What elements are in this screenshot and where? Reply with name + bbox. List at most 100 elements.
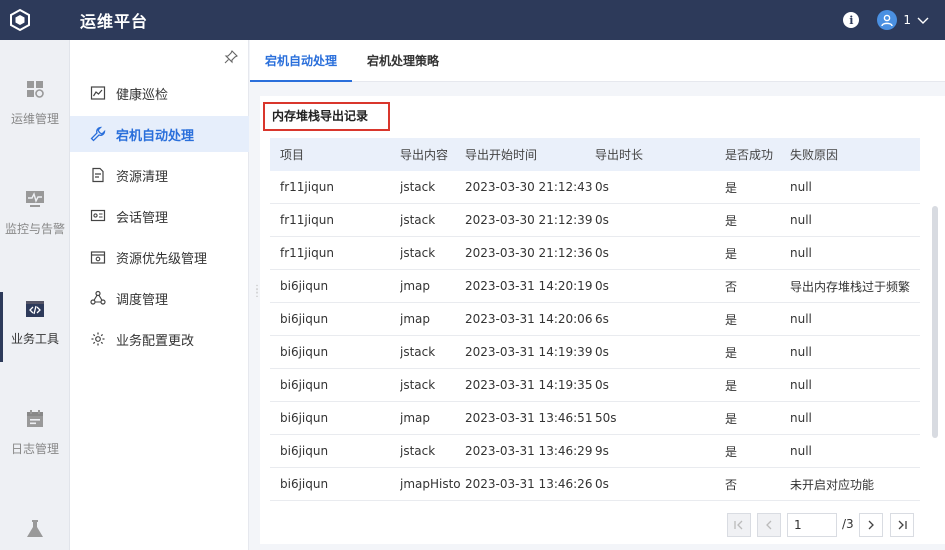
table-cell: jstack [400, 246, 436, 260]
nav-item-resource-priority[interactable]: 资源优先级管理 [70, 239, 249, 275]
table-cell: null [790, 378, 812, 392]
table-row[interactable]: fr11jiqun jstack 2023-03-30 21:12:36 0s 是 nul… [270, 237, 920, 270]
sub-nav: 健康巡检 宕机自动处理 资源清理 会话管理 资源优先级管理 调度管理 业务配置更… [70, 40, 249, 550]
table-cell: jmap [400, 411, 430, 425]
table-cell: 0s [595, 180, 609, 194]
table-cell: null [790, 345, 812, 359]
tab-handling-strategy[interactable]: 宕机处理策略 [354, 40, 452, 82]
table-cell: 是 [725, 312, 738, 327]
column-header: 导出内容 [400, 148, 449, 162]
prev-page-button[interactable] [757, 513, 781, 537]
user-avatar-icon[interactable] [877, 10, 898, 30]
table-row[interactable]: fr11jiqun jstack 2023-03-30 21:12:43 0s 是 nul… [270, 171, 920, 204]
column-header: 导出时长 [595, 148, 644, 162]
table-cell: 是 [725, 345, 738, 360]
first-page-icon [734, 520, 743, 530]
table-row[interactable]: bi6jiqun jstack 2023-03-31 14:19:35 0s 是 null [270, 369, 920, 402]
user-number[interactable]: 1 [903, 13, 911, 27]
rail-item-monitor[interactable]: 监控与告警 [0, 188, 70, 237]
table-cell: 否 [725, 477, 738, 492]
tab-auto-handling[interactable]: 宕机自动处理 [250, 40, 352, 82]
table-cell: null [790, 180, 812, 194]
table-cell: bi6jiqun [280, 477, 329, 491]
table-row[interactable]: bi6jiqun jstack 2023-03-31 14:19:39 0s 是 null [270, 336, 920, 369]
table-cell: 2023-03-30 21:12:43 [465, 180, 593, 194]
calendar-icon [27, 410, 43, 427]
nav-item-label: 宕机自动处理 [116, 128, 195, 144]
code-icon [26, 301, 44, 317]
table-cell: bi6jiqun [280, 378, 329, 392]
table-cell: bi6jiqun [280, 444, 329, 458]
table-row[interactable]: bi6jiqun jmapHisto 2023-03-31 13:46:26 0s 否 未… [270, 468, 920, 501]
table-row[interactable]: fr11jiqun jstack 2023-03-30 21:12:39 0s 是 nul… [270, 204, 920, 237]
content-panel: 内存堆栈导出记录 项目 导出内容 导出开始时间 导出时长 是否成功 失败原因 f… [260, 96, 945, 544]
pin-icon[interactable] [224, 50, 238, 64]
nav-item-resource-cleanup[interactable]: 资源清理 [70, 157, 249, 193]
table-row[interactable]: bi6jiqun jmap 2023-03-31 13:46:51 50s 是 null [270, 402, 920, 435]
section-title: 内存堆栈导出记录 [263, 102, 390, 131]
nav-item-label: 业务配置更改 [116, 333, 195, 349]
chevron-right-icon [868, 520, 874, 530]
table-row[interactable]: bi6jiqun jstack 2023-03-31 13:46:29 9s 是 null [270, 435, 920, 468]
page-total: /3 [842, 517, 854, 531]
table-cell: bi6jiqun [280, 279, 329, 293]
first-page-button[interactable] [727, 513, 751, 537]
table-cell: 0s [595, 213, 609, 227]
nav-item-health-check[interactable]: 健康巡检 [70, 75, 249, 111]
last-page-button[interactable] [890, 513, 914, 537]
table-cell: 2023-03-31 13:46:29 [465, 444, 593, 458]
last-page-icon [898, 520, 907, 530]
table-cell: jmapHisto [400, 477, 461, 491]
table-cell: 是 [725, 180, 738, 195]
next-page-button[interactable] [859, 513, 883, 537]
table-cell: 2023-03-30 21:12:36 [465, 246, 593, 260]
table-cell: 9s [595, 444, 609, 458]
export-records-table: 项目 导出内容 导出开始时间 导出时长 是否成功 失败原因 fr11jiqun j… [270, 138, 920, 501]
session-icon [90, 209, 106, 222]
table-cell: 否 [725, 279, 738, 294]
nav-item-schedule-management[interactable]: 调度管理 [70, 280, 249, 316]
config-icon [91, 332, 105, 346]
table-cell: jstack [400, 444, 436, 458]
rail-item-ops[interactable]: 运维管理 [0, 78, 70, 127]
rail-item-tools[interactable]: 业务工具 [0, 292, 70, 362]
nav-item-auto-handling[interactable]: 宕机自动处理 [70, 116, 249, 152]
table-cell: 2023-03-31 13:46:26 [465, 477, 593, 491]
table-cell: 2023-03-31 14:19:35 [465, 378, 593, 392]
flask-icon [27, 520, 43, 537]
table-cell: null [790, 444, 812, 458]
table-cell: 0s [595, 345, 609, 359]
table-header: 项目 导出内容 导出开始时间 导出时长 是否成功 失败原因 [270, 138, 920, 171]
rail-label: 监控与告警 [4, 222, 65, 236]
table-cell: 是 [725, 246, 738, 261]
rail-item-logs[interactable]: 日志管理 [0, 408, 70, 457]
info-icon[interactable]: i [843, 12, 860, 28]
table-cell: null [790, 213, 812, 227]
page-number-input[interactable] [787, 513, 837, 537]
logo-icon[interactable] [0, 0, 40, 40]
table-cell: jstack [400, 180, 436, 194]
nav-item-label: 资源优先级管理 [116, 251, 208, 267]
wrench-icon [90, 126, 106, 142]
nav-item-label: 资源清理 [116, 169, 169, 185]
top-bar: 运维平台 i 1 [0, 0, 945, 40]
table-cell: 2023-03-31 14:20:19 [465, 279, 593, 293]
table-cell: 2023-03-31 13:46:51 [465, 411, 593, 425]
nav-item-config-change[interactable]: 业务配置更改 [70, 321, 249, 357]
resize-handle[interactable]: ⋮ ⋮ [252, 285, 262, 302]
table-cell: 0s [595, 378, 609, 392]
vertical-scrollbar[interactable] [932, 206, 938, 438]
table-cell: 是 [725, 411, 738, 426]
chevron-down-icon[interactable] [917, 14, 929, 26]
table-cell: 0s [595, 246, 609, 260]
nav-item-label: 健康巡检 [116, 87, 169, 103]
table-cell: null [790, 246, 812, 260]
nav-item-session-management[interactable]: 会话管理 [70, 198, 249, 234]
table-cell: 是 [725, 444, 738, 459]
table-row[interactable]: bi6jiqun jmap 2023-03-31 14:20:19 0s 否 导出内存堆栈… [270, 270, 920, 303]
table-cell: 导出内存堆栈过于频繁 [790, 279, 911, 294]
rail-item-lab[interactable] [0, 518, 70, 550]
table-cell: 是 [725, 213, 738, 228]
table-row[interactable]: bi6jiqun jmap 2023-03-31 14:20:06 6s 是 null [270, 303, 920, 336]
column-header: 失败原因 [790, 148, 839, 162]
